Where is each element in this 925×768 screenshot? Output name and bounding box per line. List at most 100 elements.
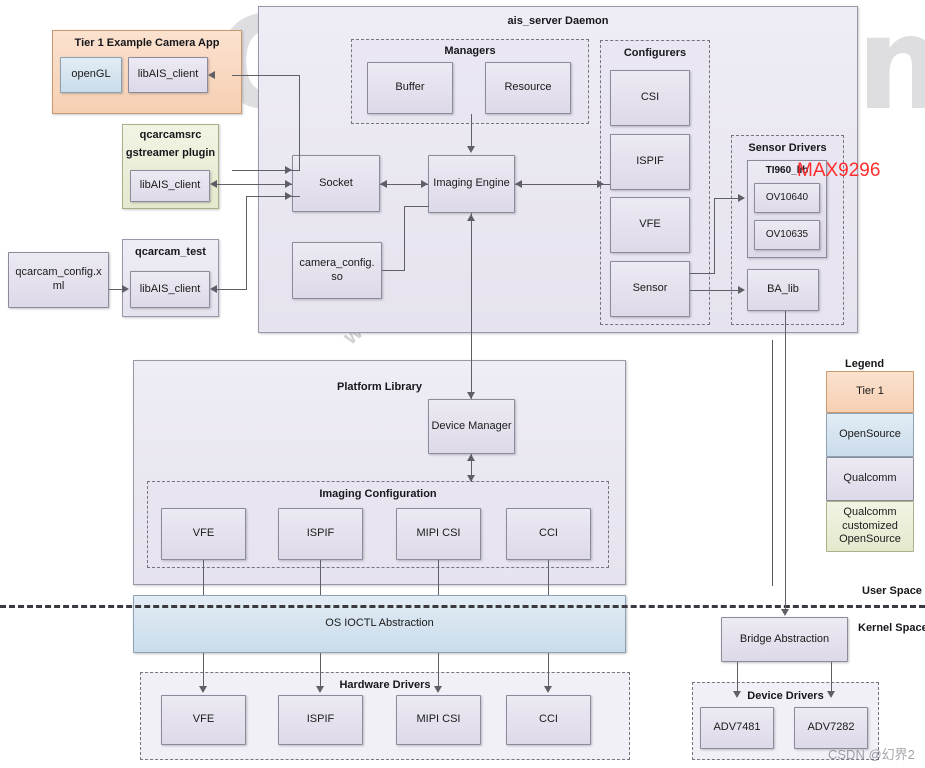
block-opengl-label: openGL <box>71 68 111 81</box>
arrow-to-tier1-libais <box>208 71 215 79</box>
arrow-socket-in <box>380 180 387 188</box>
block-hwdrv-vfe[interactable]: VFE <box>161 695 246 745</box>
legend-item-opensource: OpenSource <box>826 413 914 457</box>
block-hwdrv-mipi-csi[interactable]: MIPI CSI <box>396 695 481 745</box>
block-libais-client-app[interactable]: libAIS_client <box>128 57 208 93</box>
user-kernel-divider <box>0 605 925 608</box>
connector-ioctl-to-hwdrv-ispif <box>320 653 321 689</box>
block-resource-manager[interactable]: Resource <box>485 62 571 114</box>
block-opengl[interactable]: openGL <box>60 57 122 93</box>
block-configurer-sensor[interactable]: Sensor <box>610 261 690 317</box>
block-imgconf-ispif-label: ISPIF <box>306 527 335 540</box>
connector-tier1-to-socket-h1 <box>232 75 300 76</box>
block-bridge-abstraction-label: Bridge Abstraction <box>739 632 830 645</box>
connector-sensor-ti960-h1 <box>690 273 715 274</box>
block-ov10635[interactable]: OV10635 <box>754 220 820 250</box>
connector-cameracfg-h2 <box>404 206 429 207</box>
arrow-configurers-in <box>597 180 604 188</box>
block-imgconf-cci[interactable]: CCI <box>506 508 591 560</box>
block-libais-client-test-label: libAIS_client <box>139 282 201 295</box>
block-hwdrv-ispif[interactable]: ISPIF <box>278 695 363 745</box>
block-imgconf-ispif[interactable]: ISPIF <box>278 508 363 560</box>
connector-sensor-ti960-v <box>714 198 715 274</box>
legend-item-qualcomm-label: Qualcomm <box>843 472 897 485</box>
block-ba-lib[interactable]: BA_lib <box>747 269 819 311</box>
block-socket[interactable]: Socket <box>292 155 380 212</box>
block-camera-config-so-label: camera_config.so <box>299 256 375 283</box>
block-imgconf-mipi-csi[interactable]: MIPI CSI <box>396 508 481 560</box>
connector-test-to-socket-h1 <box>214 289 247 290</box>
block-libais-client-test[interactable]: libAIS_client <box>130 271 210 308</box>
block-ov10640[interactable]: OV10640 <box>754 183 820 213</box>
block-hwdrv-mipi-csi-label: MIPI CSI <box>416 713 461 726</box>
legend-item-qualcomm-customized: Qualcomm customized OpenSource <box>826 501 914 552</box>
connector-ioctl-to-hwdrv-cci <box>548 653 549 689</box>
connector-ioctl-to-hwdrv-vfe <box>203 653 204 689</box>
block-imgconf-mipi-csi-label: MIPI CSI <box>416 527 461 540</box>
arrow-devicemanager-in-bottom <box>467 454 475 461</box>
block-configurer-csi-label: CSI <box>640 91 660 104</box>
block-configurer-ispif-label: ISPIF <box>636 155 664 168</box>
arrow-imaging-in-bottom <box>467 214 475 221</box>
legend-title: Legend <box>845 358 885 370</box>
arrow-adv7282-in <box>827 691 835 698</box>
block-hwdrv-cci-label: CCI <box>539 713 558 726</box>
gstreamer-title-1: qcarcamsrc <box>139 129 202 141</box>
connector-bridge-to-adv7282-v <box>831 662 832 694</box>
connector-bridge-to-adv7481-v <box>737 662 738 694</box>
tier1-app-title: Tier 1 Example Camera App <box>74 37 220 49</box>
block-qcarcam-config-xml[interactable]: qcarcam_config.xml <box>8 252 109 308</box>
right-vertical-divider <box>772 340 773 586</box>
arrow-ti960-in <box>738 194 745 202</box>
platform-library-title: Platform Library <box>337 381 422 393</box>
connector-ioctl-to-hwdrv-mipicsi <box>438 653 439 689</box>
block-imgconf-cci-label: CCI <box>539 527 558 540</box>
arrow-hwdrv-cci-in <box>544 686 552 693</box>
block-adv7481[interactable]: ADV7481 <box>700 707 774 749</box>
block-imaging-engine[interactable]: Imaging Engine <box>428 155 515 213</box>
block-ov10640-label: OV10640 <box>765 191 809 203</box>
architecture-diagram: Qualcomm 2018-05-05 22:42:59 PDT wangbl@… <box>0 0 925 768</box>
arrow-adv7481-in <box>733 691 741 698</box>
arrow-hwdrv-ispif-in <box>316 686 324 693</box>
block-os-ioctl-abstraction-label: OS IOCTL Abstraction <box>325 617 434 630</box>
managers-title: Managers <box>444 45 496 57</box>
block-imgconf-vfe[interactable]: VFE <box>161 508 246 560</box>
block-buffer-manager-label: Buffer <box>395 81 425 94</box>
block-imgconf-vfe-label: VFE <box>192 527 215 540</box>
connector-gstreamer-to-socket <box>214 184 292 185</box>
block-device-manager[interactable]: Device Manager <box>428 399 515 454</box>
block-libais-client-gstreamer[interactable]: libAIS_client <box>130 170 210 202</box>
arrow-imgconf-in-top <box>467 475 475 482</box>
block-libais-client-gstreamer-label: libAIS_client <box>139 179 201 192</box>
block-ov10635-label: OV10635 <box>765 228 809 240</box>
block-configurer-vfe[interactable]: VFE <box>610 197 690 253</box>
block-buffer-manager[interactable]: Buffer <box>367 62 453 114</box>
block-qcarcam-config-xml-label: qcarcam_config.xml <box>15 266 102 292</box>
block-device-manager-label: Device Manager <box>431 419 512 432</box>
block-configurer-sensor-label: Sensor <box>632 282 668 295</box>
arrow-imaging-in-top <box>467 146 475 153</box>
connector-imgconf-ispif-to-ioctl <box>320 560 321 595</box>
arrow-to-socket-1 <box>285 166 292 174</box>
connector-imgconf-vfe-to-ioctl <box>203 560 204 595</box>
connector-balib-to-bridge <box>785 311 786 612</box>
arrow-devicemanager-in-top <box>467 392 475 399</box>
block-bridge-abstraction[interactable]: Bridge Abstraction <box>721 617 848 662</box>
block-hwdrv-ispif-label: ISPIF <box>306 713 335 726</box>
block-ba-lib-label: BA_lib <box>767 283 799 296</box>
block-configurer-ispif[interactable]: ISPIF <box>610 134 690 190</box>
arrow-balib-in <box>738 286 745 294</box>
arrow-imaging-in-left <box>421 180 428 188</box>
label-kernel-space: Kernel Space <box>858 622 925 634</box>
connector-imaging-to-configurers <box>515 184 610 185</box>
block-os-ioctl-abstraction[interactable]: OS IOCTL Abstraction <box>133 595 626 653</box>
connector-imaging-to-devicemanager <box>471 213 472 399</box>
block-camera-config-so[interactable]: camera_config.so <box>292 242 382 299</box>
label-user-space: User Space <box>862 585 922 597</box>
block-adv7282[interactable]: ADV7282 <box>794 707 868 749</box>
block-configurer-csi[interactable]: CSI <box>610 70 690 126</box>
gstreamer-title-2: gstreamer plugin <box>125 147 216 159</box>
block-hwdrv-cci[interactable]: CCI <box>506 695 591 745</box>
arrow-hwdrv-mipicsi-in <box>434 686 442 693</box>
